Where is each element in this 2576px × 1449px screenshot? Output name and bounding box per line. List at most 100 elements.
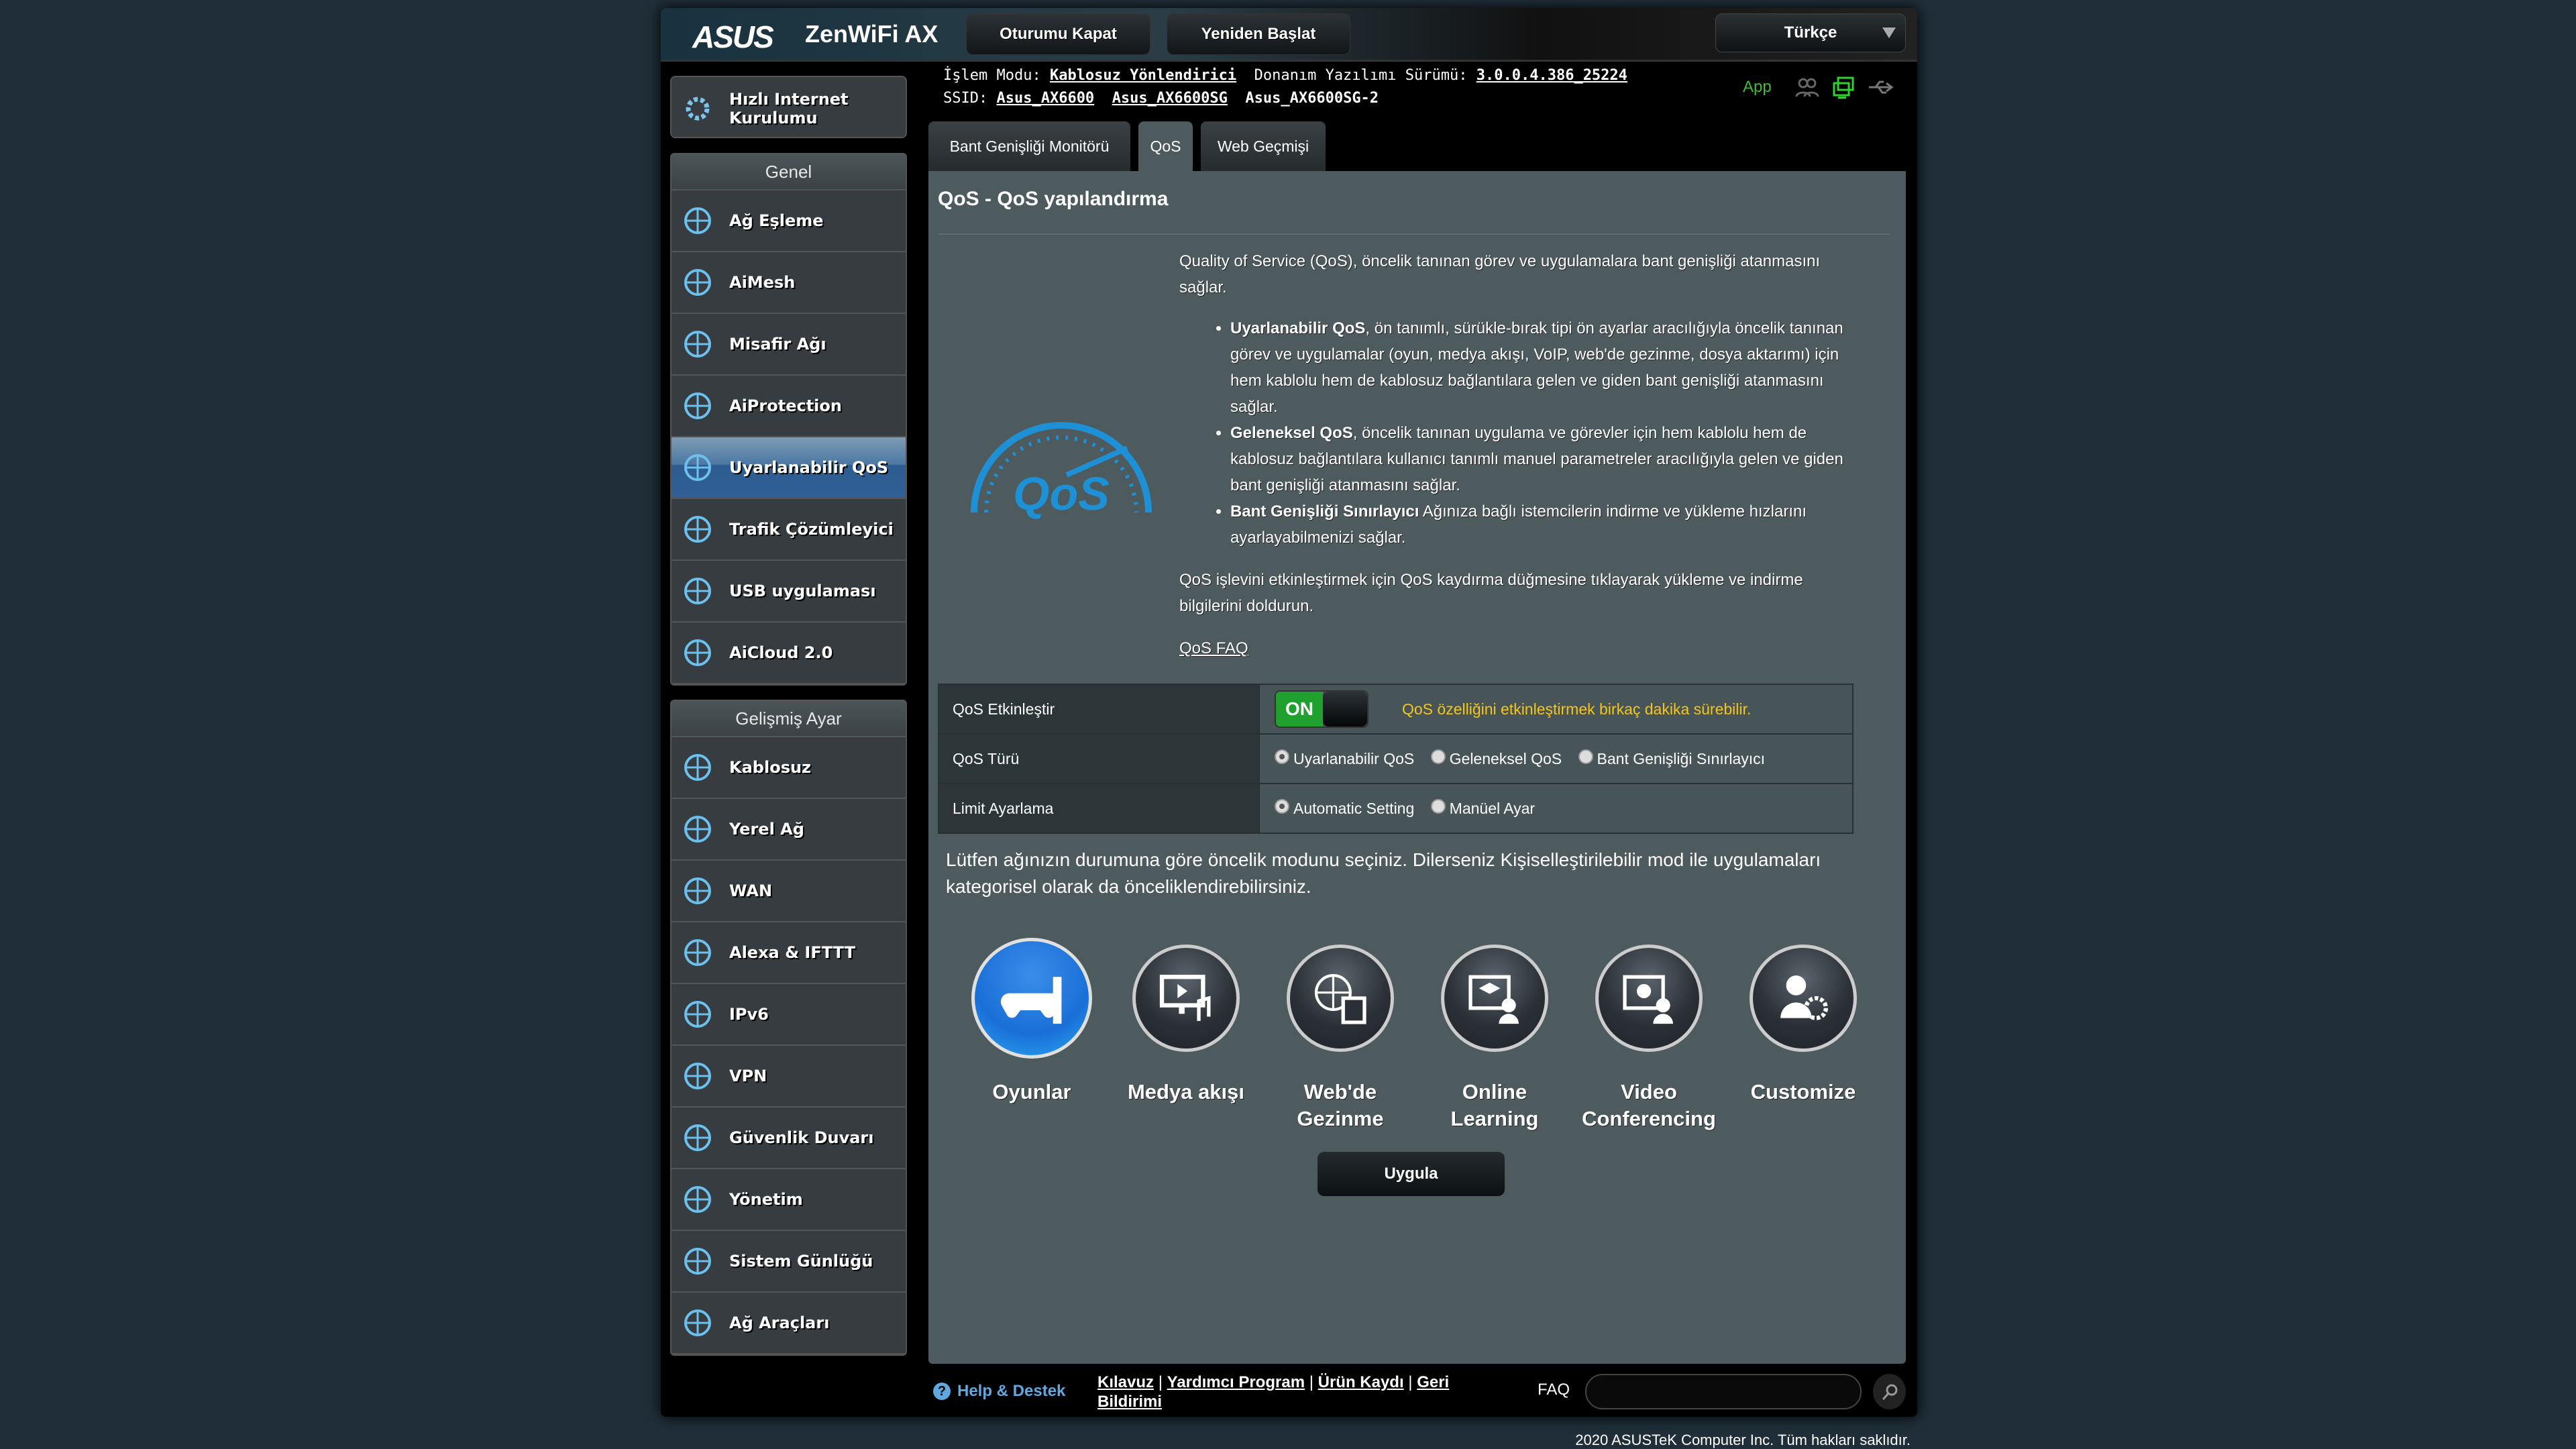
tab-web-history[interactable]: Web Geçmişi — [1201, 121, 1326, 171]
limit-label: Limit Ayarlama — [938, 783, 1260, 834]
mode-button[interactable] — [1750, 945, 1857, 1052]
mode-label: Web'de Gezinme — [1297, 1080, 1384, 1130]
logout-button[interactable]: Oturumu Kapat — [966, 13, 1150, 55]
mode-customize[interactable]: Customize — [1729, 938, 1877, 1106]
firewall-icon — [684, 1124, 711, 1151]
mode-button[interactable] — [1132, 945, 1240, 1052]
sidebar-item-yerel-a-[interactable]: Yerel Ağ — [672, 799, 906, 861]
sidebar-item-g-venlik-duvar-[interactable]: Güvenlik Duvarı — [672, 1108, 906, 1169]
mode-oyunlar[interactable]: Oyunlar — [958, 938, 1106, 1106]
manual-link[interactable]: Kılavuz — [1097, 1373, 1154, 1391]
status-line-mode: İşlem Modu: Kablosuz Yönlendirici Donanı… — [943, 67, 1627, 84]
sidebar-item-alexa-ifttt[interactable]: Alexa & IFTTT — [672, 922, 906, 984]
tab-qos[interactable]: QoS — [1138, 121, 1193, 171]
sidebar-item-aiprotection[interactable]: AiProtection — [672, 376, 906, 437]
sidebar-item-label: Misafir Ağı — [729, 335, 826, 354]
mode-button[interactable] — [1595, 945, 1703, 1052]
gamepad-icon — [1000, 977, 1062, 1024]
firmware-label: Donanım Yazılımı Sürümü: — [1254, 67, 1468, 84]
sidebar-item-kablosuz[interactable]: Kablosuz — [672, 737, 906, 799]
utility-link[interactable]: Yardımcı Program — [1167, 1373, 1305, 1391]
sidebar-item-trafik-z-mleyici[interactable]: Trafik Çözümleyici — [672, 499, 906, 561]
sidebar-item-label: Alexa & IFTTT — [729, 943, 855, 962]
footer-links: Kılavuz | Yardımcı Program | Ürün Kaydı … — [1097, 1373, 1450, 1411]
sidebar-item-aicloud-2-0[interactable]: AiCloud 2.0 — [672, 623, 906, 684]
tools-icon — [684, 1309, 711, 1336]
sidebar-item-y-netim[interactable]: Yönetim — [672, 1169, 906, 1231]
title-divider — [938, 233, 1890, 235]
page-title: QoS - QoS yapılandırma — [938, 188, 1169, 210]
product-registration-link[interactable]: Ürün Kaydı — [1318, 1373, 1404, 1391]
clients-icon[interactable] — [1795, 76, 1819, 98]
tab-bandwidth-monitor[interactable]: Bant Genişliği Monitörü — [928, 121, 1130, 171]
sidebar-item-label: VPN — [729, 1067, 767, 1085]
radio-traditional-qos[interactable]: Geleneksel QoS — [1430, 749, 1562, 768]
bullet-title: Uyarlanabilir QoS — [1230, 319, 1366, 337]
sidebar-item-label: WAN — [729, 881, 773, 900]
sidebar-item-label: USB uygulaması — [729, 582, 876, 600]
apply-button[interactable]: Uygula — [1318, 1152, 1505, 1196]
sidebar-item-misafir-a-[interactable]: Misafir Ağı — [672, 314, 906, 376]
ssid-link[interactable]: Asus_AX6600 — [996, 90, 1094, 107]
radio-adaptive-qos[interactable]: Uyarlanabilir QoS — [1275, 749, 1414, 768]
mode-online-learning[interactable]: Online Learning — [1421, 938, 1568, 1132]
copyright: 2020 ASUSTeK Computer Inc. Tüm hakları s… — [1575, 1432, 1911, 1448]
mode-button[interactable] — [1287, 945, 1394, 1052]
vpn-icon — [684, 1063, 711, 1089]
online-learning-icon — [1468, 975, 1519, 1024]
language-select[interactable]: Türkçe — [1715, 13, 1906, 52]
web-browsing-icon — [1314, 974, 1366, 1024]
model-name: ZenWiFi AX — [805, 20, 938, 48]
priority-hint: Lütfen ağınızın durumuna göre öncelik mo… — [946, 849, 1821, 897]
traffic-analyzer-icon — [684, 516, 711, 543]
mode-button[interactable] — [971, 938, 1092, 1059]
customize-icon — [1780, 975, 1829, 1020]
sidebar-item-aimesh[interactable]: AiMesh — [672, 252, 906, 314]
mode-label: Medya akışı — [1127, 1080, 1245, 1104]
status-line-ssid: SSID: Asus_AX6600 Asus_AX6600SG Asus_AX6… — [943, 90, 1379, 107]
qos-faq-link[interactable]: QoS FAQ — [1179, 635, 1857, 661]
ssid-link[interactable]: Asus_AX6600SG — [1112, 90, 1228, 107]
mode-label: Customize — [1750, 1080, 1856, 1104]
quick-setup-button[interactable]: Hızlı Internet Kurulumu — [670, 76, 907, 138]
sidebar-item-label: AiCloud 2.0 — [729, 643, 833, 662]
qos-enable-toggle[interactable]: ON — [1275, 690, 1368, 728]
bullet-limiter: Bant Genişliği Sınırlayıcı Ağınıza bağlı… — [1230, 498, 1857, 551]
mode-web-de-gezinme[interactable]: Web'de Gezinme — [1267, 938, 1414, 1132]
radio-automatic-setting[interactable]: Automatic Setting — [1275, 799, 1414, 818]
faq-search-input[interactable] — [1585, 1374, 1862, 1409]
option-label: Bant Genişliği Sınırlayıcı — [1597, 749, 1766, 767]
mode-label: Online Learning — [1450, 1080, 1539, 1130]
sidebar-item-vpn[interactable]: VPN — [672, 1046, 906, 1108]
enable-label: QoS Etkinleştir — [938, 684, 1260, 735]
sidebar-item-a-ara-lar-[interactable]: Ağ Araçları — [672, 1293, 906, 1354]
sidebar-item-usb-uygulamas-[interactable]: USB uygulaması — [672, 561, 906, 623]
internet-status-icon[interactable] — [1833, 76, 1854, 99]
sidebar-item-wan[interactable]: WAN — [672, 861, 906, 922]
search-button[interactable] — [1873, 1374, 1906, 1409]
shield-lock-icon — [684, 392, 711, 419]
toggle-state: ON — [1276, 692, 1323, 727]
usb-status-icon[interactable] — [1868, 78, 1894, 97]
radio-bandwidth-limiter[interactable]: Bant Genişliği Sınırlayıcı — [1578, 749, 1766, 768]
sidebar-item-sistem-g-nl-[interactable]: Sistem Günlüğü — [672, 1231, 906, 1293]
operation-mode-link[interactable]: Kablosuz Yönlendirici — [1050, 67, 1236, 84]
mode-video-conferencing[interactable]: Video Conferencing — [1575, 938, 1723, 1132]
help-support[interactable]: ? Help & Destek — [933, 1382, 1065, 1401]
sidebar-item-a-e-leme[interactable]: Ağ Eşleme — [672, 191, 906, 252]
enable-hint: QoS işlevini etkinleştirmek için QoS kay… — [1179, 571, 1803, 615]
option-label: Geleneksel QoS — [1449, 749, 1562, 767]
sidebar-item-uyarlanabilir-qos[interactable]: Uyarlanabilir QoS — [672, 437, 906, 499]
mode-medya-ak-[interactable]: Medya akışı — [1112, 938, 1260, 1106]
sidebar-item-ipv6[interactable]: IPv6 — [672, 984, 906, 1046]
app-link[interactable]: App — [1743, 78, 1772, 97]
radio-manual-setting[interactable]: Manüel Ayar — [1430, 799, 1535, 818]
sidebar-item-label: Kablosuz — [729, 758, 812, 777]
row-enable: QoS Etkinleştir ON QoS özelliğini etkinle… — [938, 684, 1854, 735]
alexa-icon — [684, 939, 711, 966]
aimesh-icon — [684, 269, 711, 296]
sidebar-item-label: Trafik Çözümleyici — [729, 520, 894, 539]
mode-button[interactable] — [1441, 945, 1548, 1052]
firmware-link[interactable]: 3.0.0.4.386_25224 — [1477, 67, 1627, 84]
reboot-button[interactable]: Yeniden Başlat — [1167, 13, 1350, 55]
